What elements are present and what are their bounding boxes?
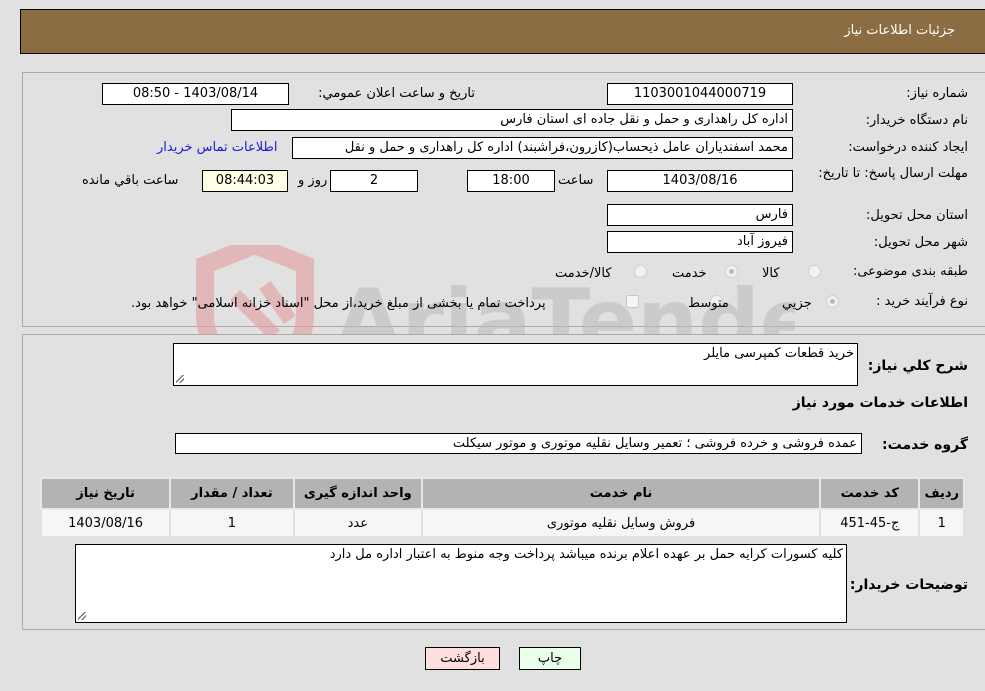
- requester-label: ایجاد کننده درخواست:: [848, 140, 968, 155]
- category-option-goods: کالا: [762, 266, 780, 281]
- category-radio-goods-service[interactable]: [634, 265, 647, 278]
- description-label: شرح کلي نیاز:: [867, 358, 968, 374]
- category-option-goods-service: کالا/خدمت: [555, 266, 612, 281]
- buyer-contact-link[interactable]: اطلاعات تماس خریدار: [157, 140, 277, 155]
- delivery-province-field: فارس: [607, 204, 793, 226]
- treasury-checkbox[interactable]: [626, 295, 639, 308]
- description-textarea[interactable]: خرید قطعات کمپرسی مایلر: [173, 343, 858, 386]
- resize-handle-icon[interactable]: [176, 375, 184, 383]
- purchase-type-label: نوع فرآیند خرید :: [876, 294, 968, 309]
- cell-row: 1: [918, 508, 965, 538]
- services-table: ردیف کد خدمت نام خدمت واحد اندازه گیری ت…: [39, 477, 965, 538]
- col-row: ردیف: [918, 477, 965, 510]
- treasury-note: پرداخت تمام یا بخشی از مبلغ خرید،از محل …: [131, 296, 546, 311]
- category-label: طبقه بندی موضوعی:: [852, 264, 968, 279]
- cell-unit: عدد: [292, 508, 423, 538]
- delivery-city-label: شهر محل تحویل:: [873, 235, 968, 250]
- table-row: 1 ج-45-451 فروش وسایل نقلیه موتوری عدد 1…: [39, 508, 965, 538]
- deadline-time-field: 18:00: [467, 170, 555, 192]
- remaining-time-label: ساعت باقي مانده: [82, 173, 179, 188]
- print-button[interactable]: چاپ: [519, 647, 581, 670]
- need-number-label: شماره نیاز:: [906, 86, 968, 101]
- back-button[interactable]: بازگشت: [425, 647, 500, 670]
- cell-need-date: 1403/08/16: [39, 508, 172, 538]
- resize-handle-icon[interactable]: [78, 612, 86, 620]
- cell-service-code: ج-45-451: [819, 508, 921, 538]
- col-unit: واحد اندازه گیری: [292, 477, 423, 510]
- purchase-option-medium: متوسط: [688, 296, 729, 311]
- description-text: خرید قطعات کمپرسی مایلر: [704, 346, 854, 361]
- category-radio-goods[interactable]: [808, 265, 821, 278]
- deadline-label: مهلت ارسال پاسخ: تا تاریخ:: [818, 166, 968, 181]
- remaining-days-field: 2: [330, 170, 418, 192]
- col-service-name: نام خدمت: [420, 477, 822, 510]
- days-label: روز و: [298, 173, 328, 188]
- buyer-org-field: اداره کل راهداری و حمل و نقل جاده ای است…: [231, 109, 793, 131]
- col-service-code: کد خدمت: [819, 477, 921, 510]
- deadline-time-label: ساعت: [558, 173, 594, 188]
- deadline-date-field: 1403/08/16: [607, 170, 793, 192]
- col-need-date: تاریخ نیاز: [39, 477, 172, 510]
- page-header: جزئیات اطلاعات نیاز: [20, 9, 985, 54]
- announce-datetime-label: تاریخ و ساعت اعلان عمومي:: [318, 86, 475, 101]
- buyer-org-label: نام دستگاه خریدار:: [865, 113, 968, 128]
- buyer-notes-textarea[interactable]: کلیه کسورات کرایه حمل بر عهده اعلام برند…: [75, 544, 847, 623]
- page-title: جزئیات اطلاعات نیاز: [844, 23, 955, 38]
- services-table-header: ردیف کد خدمت نام خدمت واحد اندازه گیری ت…: [39, 477, 965, 510]
- requester-field: محمد اسفندیاران عامل ذیحساب(کازرون،فراشب…: [292, 137, 793, 159]
- purchase-option-minor: جزيي: [782, 296, 812, 311]
- category-radio-service[interactable]: [725, 265, 738, 278]
- service-group-label: گروه خدمت:: [882, 437, 968, 453]
- delivery-province-label: استان محل تحویل:: [866, 208, 968, 223]
- announce-datetime-field: 1403/08/14 - 08:50: [102, 83, 289, 105]
- buyer-notes-label: توضیحات خریدار:: [849, 577, 968, 593]
- delivery-city-field: فیروز آباد: [607, 231, 793, 253]
- cell-quantity: 1: [169, 508, 295, 538]
- buyer-notes-text: کلیه کسورات کرایه حمل بر عهده اعلام برند…: [329, 547, 843, 562]
- purchase-radio-minor[interactable]: [826, 295, 839, 308]
- need-number-field: 1103001044000719: [607, 83, 793, 105]
- services-heading: اطلاعات خدمات مورد نیاز: [792, 395, 968, 411]
- cell-service-name: فروش وسایل نقلیه موتوری: [420, 508, 822, 538]
- remaining-time-field: 08:44:03: [202, 170, 288, 192]
- col-quantity: تعداد / مقدار: [169, 477, 295, 510]
- service-group-field: عمده فروشی و خرده فروشی ؛ تعمیر وسایل نق…: [175, 433, 862, 454]
- category-option-service: خدمت: [672, 266, 707, 281]
